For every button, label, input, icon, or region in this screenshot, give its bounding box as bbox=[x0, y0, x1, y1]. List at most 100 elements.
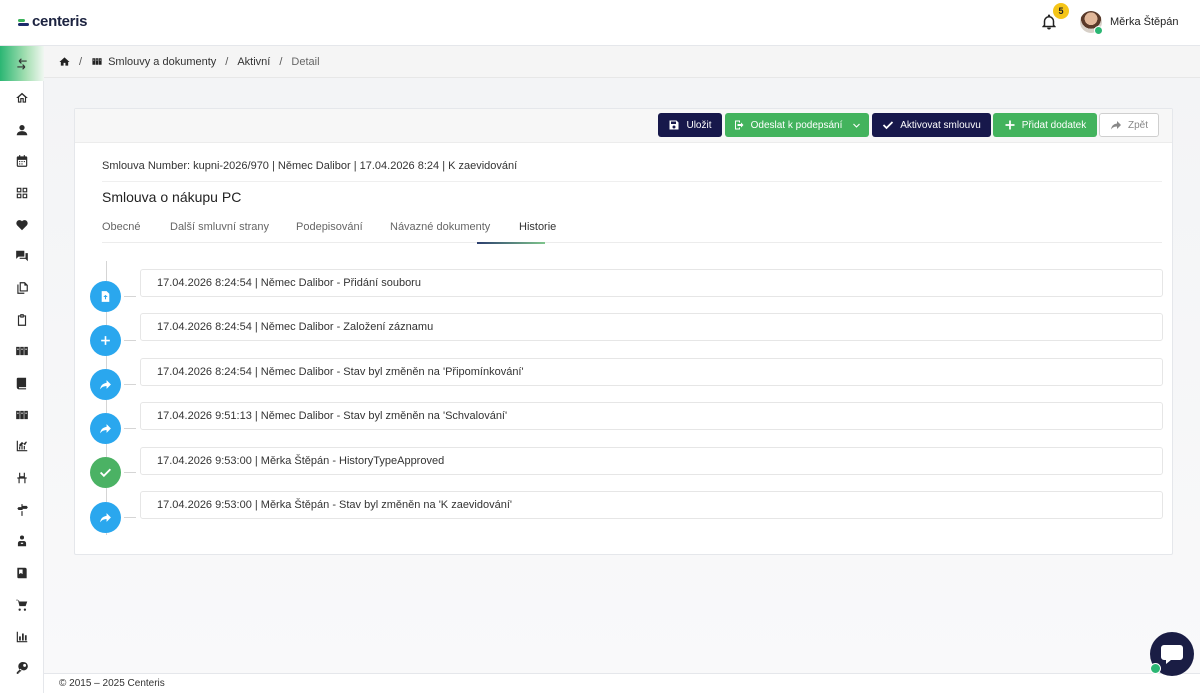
sidebar-item-home[interactable] bbox=[0, 82, 44, 114]
file-upload-icon bbox=[101, 291, 110, 302]
sidebar-item-reports[interactable] bbox=[0, 431, 44, 463]
home-icon[interactable] bbox=[59, 56, 70, 67]
check-icon bbox=[99, 468, 112, 478]
send-for-signature-button[interactable]: Odeslat k podepsání bbox=[725, 113, 869, 137]
sidebar-item-directions[interactable] bbox=[0, 494, 44, 526]
calendar-icon bbox=[16, 155, 28, 168]
timeline-connector bbox=[124, 340, 136, 341]
heart-icon bbox=[16, 219, 28, 230]
top-bar: centeris 5 Měrka Štěpán bbox=[0, 0, 1200, 46]
history-entry: 17.04.2026 8:24:54 | Němec Dalibor - Zal… bbox=[140, 313, 1163, 341]
tab-history[interactable]: Historie bbox=[519, 221, 556, 233]
timeline-connector bbox=[124, 517, 136, 518]
person-upload-icon bbox=[17, 535, 27, 547]
tab-related-documents[interactable]: Návazné dokumenty bbox=[390, 221, 490, 233]
breadcrumb-item-active[interactable]: Aktivní bbox=[237, 56, 270, 68]
contract-meta-line: Smlouva Number: kupni-2026/970 | Němec D… bbox=[102, 160, 518, 172]
sidebar-item-orders[interactable] bbox=[0, 589, 44, 621]
sidebar-toggle-button[interactable] bbox=[0, 46, 44, 81]
check-icon bbox=[883, 121, 894, 130]
timeline-marker bbox=[90, 413, 121, 444]
footer: © 2015 – 2025 Centeris bbox=[44, 673, 1200, 693]
sidebar-item-archive[interactable] bbox=[0, 399, 44, 431]
tab-other-parties[interactable]: Další smluvní strany bbox=[170, 221, 269, 233]
sidebar-item-favorites[interactable] bbox=[0, 209, 44, 241]
activate-contract-button[interactable]: Aktivovat smlouvu bbox=[872, 113, 991, 137]
sidebar-item-dashboard[interactable] bbox=[0, 177, 44, 209]
breadcrumb: / Smlouvy a dokumenty / Aktivní / Detail bbox=[44, 46, 1200, 78]
sidebar-item-messages[interactable] bbox=[0, 240, 44, 272]
sidebar-item-users[interactable] bbox=[0, 114, 44, 146]
breadcrumb-separator: / bbox=[79, 55, 83, 68]
save-button[interactable]: Uložit bbox=[658, 113, 722, 137]
save-button-label: Uložit bbox=[686, 119, 712, 131]
timeline-connector bbox=[124, 428, 136, 429]
logo[interactable]: centeris bbox=[18, 13, 87, 30]
active-tab-indicator bbox=[477, 242, 545, 244]
back-button-label: Zpět bbox=[1127, 119, 1148, 131]
user-name[interactable]: Měrka Štěpán bbox=[1110, 16, 1178, 28]
sidebar-item-ledger[interactable] bbox=[0, 557, 44, 589]
timeline-connector bbox=[124, 296, 136, 297]
tab-bar: Obecné Další smluvní strany Podepisování… bbox=[102, 221, 1162, 243]
chat-bubbles-icon bbox=[16, 251, 28, 262]
share-arrow-icon bbox=[100, 513, 111, 523]
clipboard-icon bbox=[17, 313, 27, 326]
chevron-down-icon bbox=[853, 123, 861, 128]
user-icon bbox=[16, 124, 28, 135]
sidebar-item-statistics[interactable] bbox=[0, 621, 44, 653]
history-entry: 17.04.2026 9:53:00 | Měrka Štěpán - Hist… bbox=[140, 447, 1163, 475]
contract-detail-card: Uložit Odeslat k podepsání Aktivovat sml… bbox=[74, 108, 1173, 555]
cart-icon bbox=[16, 599, 28, 611]
trend-chart-icon bbox=[16, 441, 28, 452]
plus-icon bbox=[101, 336, 110, 345]
chat-bubble-icon bbox=[1161, 645, 1183, 664]
breadcrumb-item-contracts[interactable]: Smlouvy a dokumenty bbox=[108, 56, 216, 68]
online-status-dot bbox=[1094, 26, 1103, 35]
breadcrumb-item-detail: Detail bbox=[291, 55, 320, 68]
tab-general[interactable]: Obecné bbox=[102, 221, 141, 233]
chat-online-dot bbox=[1150, 663, 1161, 674]
timeline-connector bbox=[124, 384, 136, 385]
logo-text: centeris bbox=[32, 13, 88, 30]
timeline-marker bbox=[90, 369, 121, 400]
logo-mark bbox=[18, 17, 30, 27]
binders-icon bbox=[92, 58, 102, 65]
binders-icon bbox=[16, 347, 28, 356]
key-icon bbox=[16, 662, 28, 675]
history-entry: 17.04.2026 9:51:13 | Němec Dalibor - Sta… bbox=[140, 402, 1163, 430]
breadcrumb-separator: / bbox=[225, 55, 229, 68]
sidebar-item-settings[interactable] bbox=[0, 652, 44, 684]
binders-icon bbox=[16, 410, 28, 419]
sidebar bbox=[0, 46, 44, 693]
share-arrow-icon bbox=[1110, 121, 1121, 130]
desk-icon bbox=[17, 472, 27, 484]
grid-icon bbox=[16, 187, 28, 199]
sidebar-item-book[interactable] bbox=[0, 367, 44, 399]
signpost-icon bbox=[17, 503, 28, 516]
history-entry: 17.04.2026 8:24:54 | Němec Dalibor - Sta… bbox=[140, 358, 1163, 386]
timeline-marker bbox=[90, 502, 121, 533]
ledger-icon bbox=[17, 567, 27, 579]
sidebar-item-office[interactable] bbox=[0, 462, 44, 494]
tab-signing[interactable]: Podepisování bbox=[296, 221, 363, 233]
contract-title: Smlouva o nákupu PC bbox=[102, 189, 242, 205]
home-icon bbox=[16, 92, 28, 103]
add-amendment-button[interactable]: Přidat dodatek bbox=[993, 113, 1097, 137]
timeline-marker bbox=[90, 457, 121, 488]
sidebar-item-documents[interactable] bbox=[0, 272, 44, 304]
timeline-marker bbox=[90, 281, 121, 312]
sign-out-icon bbox=[734, 120, 744, 130]
notification-badge: 5 bbox=[1053, 3, 1069, 19]
sidebar-item-contracts[interactable] bbox=[0, 336, 44, 368]
breadcrumb-separator: / bbox=[279, 55, 283, 68]
sidebar-item-calendar[interactable] bbox=[0, 145, 44, 177]
history-entry: 17.04.2026 9:53:00 | Měrka Štěpán - Stav… bbox=[140, 491, 1163, 519]
send-button-label: Odeslat k podepsání bbox=[750, 119, 843, 131]
back-button[interactable]: Zpět bbox=[1099, 113, 1159, 137]
divider bbox=[102, 181, 1162, 182]
history-entry: 17.04.2026 8:24:54 | Němec Dalibor - Při… bbox=[140, 269, 1163, 297]
sidebar-item-hr[interactable] bbox=[0, 526, 44, 558]
card-toolbar: Uložit Odeslat k podepsání Aktivovat sml… bbox=[75, 109, 1172, 143]
sidebar-item-clipboard[interactable] bbox=[0, 304, 44, 336]
